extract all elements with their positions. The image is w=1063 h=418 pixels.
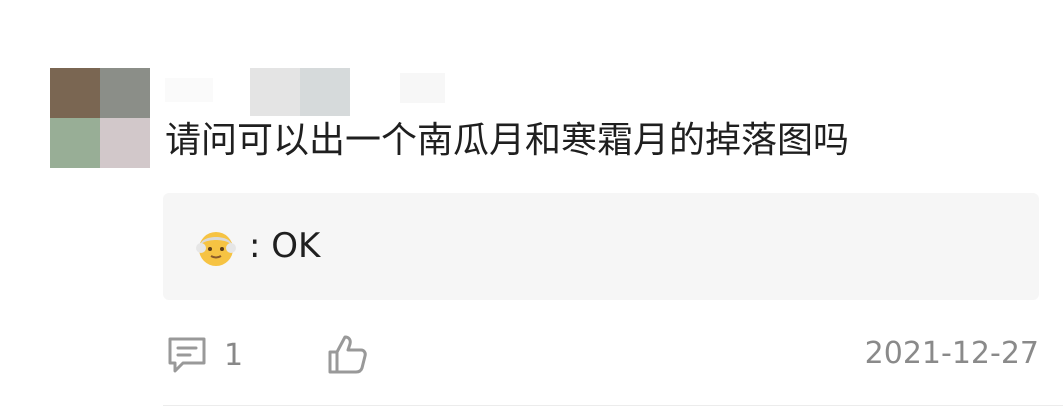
divider [163, 405, 1063, 406]
older-man-emoji-icon [195, 226, 237, 268]
reply-count: 1 [224, 338, 244, 373]
comment-text: 请问可以出一个南瓜月和寒霜月的掉落图吗 [165, 120, 850, 161]
avatar[interactable] [50, 68, 150, 168]
thumbs-up-icon[interactable] [326, 333, 368, 375]
reply-text: : OK [249, 226, 321, 266]
comment-date: 2021-12-27 [864, 336, 1039, 371]
username-blurred[interactable] [165, 68, 465, 116]
reply-preview[interactable]: : OK [163, 193, 1039, 300]
comment-bubble-icon[interactable] [166, 336, 208, 374]
